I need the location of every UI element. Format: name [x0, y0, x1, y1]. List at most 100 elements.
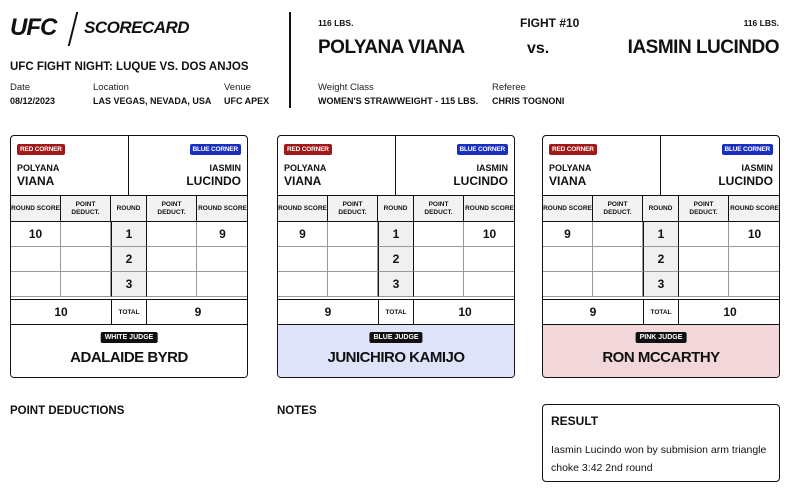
round-score-header: ROUND SCORE: [729, 196, 779, 222]
red-fighter-name: POLYANA VIANA: [318, 37, 465, 58]
corner-row: RED CORNER POLYANA VIANA BLUE CORNER IASMIN L…: [278, 136, 514, 196]
red-last-name: VIANA: [549, 174, 587, 188]
blue-total: 10: [723, 305, 737, 319]
blue-point-deduct: [147, 247, 197, 272]
red-round-score: [278, 272, 328, 297]
judge-name: ADALAIDE BYRD: [70, 349, 188, 366]
blue-last-name: LUCINDO: [186, 174, 241, 188]
blue-round-score: [197, 272, 247, 297]
total-label: TOTAL: [643, 300, 679, 324]
red-round-score: [543, 272, 593, 297]
blue-point-deduct: [414, 247, 464, 272]
red-point-deduct: [593, 222, 643, 247]
blue-fighter-name: IASMIN LUCINDO: [627, 37, 780, 58]
judge-badge: PINK JUDGE: [635, 332, 687, 343]
point-deductions-title: POINT DEDUCTIONS: [10, 405, 125, 417]
point-deduct-header: POINT DEDUCT.: [679, 196, 729, 222]
red-round-score: [11, 247, 61, 272]
blue-point-deduct: [414, 222, 464, 247]
point-deduct-header: POINT DEDUCT.: [147, 196, 197, 222]
round-score-header: ROUND SCORE: [278, 196, 328, 222]
blue-point-deduct: [679, 272, 729, 297]
blue-fighter: IASMIN LUCINDO: [186, 162, 241, 188]
red-corner: RED CORNER POLYANA VIANA: [11, 136, 129, 196]
red-point-deduct: [328, 222, 378, 247]
point-deduct-header: POINT DEDUCT.: [328, 196, 378, 222]
blue-corner: BLUE CORNER IASMIN LUCINDO: [129, 136, 247, 196]
red-corner-badge: RED CORNER: [17, 144, 65, 155]
judge-badge: WHITE JUDGE: [100, 332, 158, 343]
red-point-deduct: [593, 272, 643, 297]
venue-label: Venue: [224, 82, 251, 93]
red-total: 9: [324, 305, 332, 319]
judge-name: RON MCCARTHY: [602, 349, 720, 366]
result-title: RESULT: [551, 414, 599, 428]
date-value: 08/12/2023: [10, 96, 56, 106]
judge-name: JUNICHIRO KAMIJO: [327, 349, 465, 366]
red-fighter: POLYANA VIANA: [284, 162, 326, 188]
blue-last-name: LUCINDO: [718, 174, 773, 188]
blue-corner: BLUE CORNER IASMIN LUCINDO: [661, 136, 779, 196]
scorecard-title: SCORECARD: [84, 18, 190, 37]
blue-corner-badge: BLUE CORNER: [456, 144, 508, 155]
referee-label: Referee: [492, 82, 526, 93]
round-number: 1: [643, 222, 679, 247]
ufc-logo: UFC: [10, 14, 57, 41]
blue-round-score: [464, 272, 514, 297]
red-corner: RED CORNER POLYANA VIANA: [543, 136, 661, 196]
red-round-score: [278, 247, 328, 272]
blue-point-deduct: [679, 247, 729, 272]
blue-fighter: IASMIN LUCINDO: [718, 162, 773, 188]
round-number: 2: [378, 247, 414, 272]
fight-number: FIGHT #10: [520, 16, 580, 30]
date-label: Date: [10, 82, 31, 93]
blue-point-deduct: [147, 272, 197, 297]
red-corner-badge: RED CORNER: [549, 144, 597, 155]
total-row: 9 TOTAL 10: [543, 299, 779, 325]
judge-area: BLUE JUDGE JUNICHIRO KAMIJO: [278, 325, 514, 377]
blue-corner: BLUE CORNER IASMIN LUCINDO: [396, 136, 514, 196]
round-score-header: ROUND SCORE: [464, 196, 514, 222]
blue-round-score: 9: [197, 222, 247, 247]
blue-corner-badge: BLUE CORNER: [189, 144, 241, 155]
total-label: TOTAL: [111, 300, 147, 324]
red-fighter: POLYANA VIANA: [549, 162, 591, 188]
blue-round-score: [197, 247, 247, 272]
red-point-deduct: [328, 272, 378, 297]
red-round-score: [543, 247, 593, 272]
red-round-score: 10: [11, 222, 61, 247]
red-point-deduct: [61, 247, 111, 272]
total-label: TOTAL: [378, 300, 414, 324]
blue-point-deduct: [414, 272, 464, 297]
judge-card: RED CORNER POLYANA VIANA BLUE CORNER IASMIN L…: [277, 135, 515, 378]
judge-badge: BLUE JUDGE: [369, 332, 423, 343]
location-label: Location: [93, 82, 129, 93]
red-point-deduct: [61, 272, 111, 297]
round-number: 2: [111, 247, 147, 272]
round-number: 1: [111, 222, 147, 247]
blue-round-score: [464, 247, 514, 272]
round-number: 2: [643, 247, 679, 272]
red-point-deduct: [61, 222, 111, 247]
blue-total: 9: [194, 305, 202, 319]
round-score-header: ROUND SCORE: [197, 196, 247, 222]
judge-area: WHITE JUDGE ADALAIDE BYRD: [11, 325, 247, 377]
blue-point-deduct: [679, 222, 729, 247]
blue-round-score: 10: [464, 222, 514, 247]
round-header: ROUND: [378, 196, 414, 222]
red-point-deduct: [593, 247, 643, 272]
round-header: ROUND: [643, 196, 679, 222]
blue-round-score: 10: [729, 222, 779, 247]
header-divider: [289, 12, 291, 108]
round-number: 1: [378, 222, 414, 247]
point-deduct-header: POINT DEDUCT.: [414, 196, 464, 222]
judge-card: RED CORNER POLYANA VIANA BLUE CORNER IASMIN L…: [542, 135, 780, 378]
red-corner-badge: RED CORNER: [284, 144, 332, 155]
point-deduct-header: POINT DEDUCT.: [593, 196, 643, 222]
vs-label: vs.: [527, 40, 550, 57]
judge-area: PINK JUDGE RON MCCARTHY: [543, 325, 779, 377]
total-row: 9 TOTAL 10: [278, 299, 514, 325]
result-box: RESULT Iasmin Lucindo won by submision a…: [542, 404, 780, 482]
blue-last-name: LUCINDO: [453, 174, 508, 188]
blue-round-score: [729, 247, 779, 272]
